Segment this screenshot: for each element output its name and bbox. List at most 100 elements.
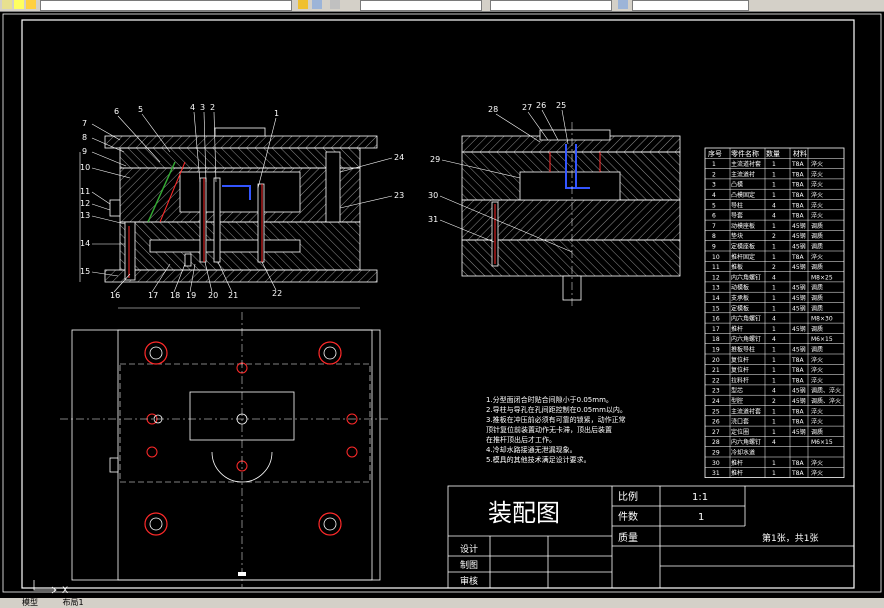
bom-cell: 1 bbox=[772, 408, 776, 415]
bom-cell: 淬火 bbox=[811, 407, 823, 415]
bom-cell: 4 bbox=[772, 213, 776, 220]
bom-cell: T8A bbox=[791, 192, 804, 199]
scale-value: 1:1 bbox=[692, 492, 708, 503]
bom-cell: 1 bbox=[772, 254, 776, 261]
bom-cell: 1 bbox=[772, 192, 776, 199]
bom-cell: 10 bbox=[712, 254, 720, 261]
bom-cell: 18 bbox=[712, 336, 720, 343]
layer-icon[interactable] bbox=[2, 0, 12, 9]
bom-cell: T8A bbox=[791, 161, 804, 168]
bom-cell: 调质、淬火 bbox=[811, 397, 841, 405]
bom-cell: 调质 bbox=[811, 263, 823, 271]
bom-cell: 调质 bbox=[811, 243, 823, 251]
bom-cell: 垫块 bbox=[731, 232, 743, 240]
color-swatch-icon[interactable] bbox=[330, 0, 340, 9]
bom-cell: 淬火 bbox=[811, 356, 823, 364]
bom-cell: 1 bbox=[772, 357, 776, 364]
callout-1: 1 bbox=[274, 109, 279, 118]
bom-cell: 推杆 bbox=[731, 325, 743, 333]
bom-cell: 26 bbox=[712, 419, 720, 426]
bom-cell: 导套 bbox=[731, 212, 743, 220]
bom-cell: M6×15 bbox=[811, 439, 833, 446]
tab-layout1[interactable]: 布局1 bbox=[63, 598, 84, 607]
bom-cell: 2 bbox=[772, 233, 776, 240]
callout-3: 3 bbox=[200, 103, 205, 112]
bom-cell: 淬火 bbox=[811, 170, 823, 178]
bom-cell: 1 bbox=[772, 347, 776, 354]
callout-30: 30 bbox=[428, 191, 438, 200]
callout-10: 10 bbox=[80, 163, 90, 172]
bom-cell: 调质、淬火 bbox=[811, 387, 841, 395]
bom-cell: 内六角螺钉 bbox=[731, 335, 761, 343]
layers-icon[interactable] bbox=[298, 0, 308, 9]
callout-7: 7 bbox=[82, 119, 87, 128]
bom-cell: 推板导柱 bbox=[731, 346, 755, 354]
bom-cell: 1 bbox=[772, 223, 776, 230]
drawing-svg: 7 8 9 10 11 12 13 14 15 6 5 4 3 2 1 24 2… bbox=[2, 13, 882, 596]
note-line: 4.冷却水路接通无泄漏现象。 bbox=[486, 445, 577, 454]
bom-cell: 推杆固定 bbox=[731, 253, 755, 261]
bom-cell: M8×30 bbox=[811, 316, 833, 323]
bom-cell: 1 bbox=[772, 367, 776, 374]
callout-4: 4 bbox=[190, 103, 195, 112]
callout-17: 17 bbox=[148, 291, 158, 300]
callout-6: 6 bbox=[114, 107, 119, 116]
bom-cell: 4 bbox=[772, 202, 776, 209]
bom-cell: 7 bbox=[712, 223, 716, 230]
callout-9: 9 bbox=[82, 147, 87, 156]
bom-cell: 29 bbox=[712, 450, 720, 457]
bom-cell: 淬火 bbox=[811, 253, 823, 261]
bom-cell: 1 bbox=[772, 295, 776, 302]
layer-previous-icon[interactable] bbox=[312, 0, 322, 9]
bom-header: 材料 bbox=[793, 149, 807, 158]
bom-cell: 45钢 bbox=[792, 325, 806, 333]
bom-cell: 45钢 bbox=[792, 284, 806, 292]
count-value: 1 bbox=[698, 512, 704, 523]
drawing-canvas[interactable]: 7 8 9 10 11 12 13 14 15 6 5 4 3 2 1 24 2… bbox=[0, 12, 884, 596]
scale-label: 比例 bbox=[618, 490, 638, 503]
lineweight-combo[interactable] bbox=[632, 0, 749, 11]
bom-cell: 4 bbox=[712, 192, 716, 199]
bom-cell: M6×15 bbox=[811, 336, 833, 343]
bom-cell: 45钢 bbox=[792, 304, 806, 312]
callout-11: 11 bbox=[80, 187, 90, 196]
bom-cell: T8A bbox=[791, 419, 804, 426]
bom-cell: 1 bbox=[772, 161, 776, 168]
sun-icon[interactable] bbox=[26, 0, 36, 9]
linetype-combo[interactable] bbox=[490, 0, 612, 11]
callout-24: 24 bbox=[394, 153, 404, 162]
bom-cell: 1 bbox=[772, 377, 776, 384]
bom-cell: 推板 bbox=[731, 263, 743, 271]
front-section-view bbox=[79, 127, 378, 309]
tab-model[interactable]: 模型 bbox=[22, 598, 38, 607]
callout-16: 16 bbox=[110, 291, 120, 300]
bom-cell: 45钢 bbox=[792, 232, 806, 240]
bom-cell: 1 bbox=[772, 182, 776, 189]
bom-cell: 淬火 bbox=[811, 160, 823, 168]
bom-cell: 定模板 bbox=[731, 304, 749, 312]
bom-cell: 13 bbox=[712, 285, 720, 292]
bom-cell: 45钢 bbox=[792, 263, 806, 271]
lightbulb-icon[interactable] bbox=[14, 0, 24, 9]
bom-cell: 45钢 bbox=[792, 222, 806, 230]
bom-cell: 8 bbox=[712, 233, 716, 240]
note-line: 5.模具的其他技术满足设计要求。 bbox=[486, 455, 591, 464]
side-section-view bbox=[461, 122, 681, 308]
bom-cell: 淬火 bbox=[811, 469, 823, 477]
layer-combo[interactable] bbox=[40, 0, 292, 11]
bom-cell: 推杆 bbox=[731, 459, 743, 467]
callout-22: 22 bbox=[272, 289, 282, 298]
bom-cell: 31 bbox=[712, 470, 720, 477]
bom-cell: 1 bbox=[772, 285, 776, 292]
lineweight-icon[interactable] bbox=[618, 0, 628, 9]
bom-cell: 4 bbox=[772, 439, 776, 446]
bom-cell: 淬火 bbox=[811, 191, 823, 199]
color-combo[interactable] bbox=[360, 0, 482, 11]
callout-28: 28 bbox=[488, 105, 498, 114]
bom-cell: 45钢 bbox=[792, 397, 806, 405]
callout-15: 15 bbox=[80, 267, 90, 276]
mass-label: 质量 bbox=[618, 532, 638, 544]
bom-header: 数量 bbox=[766, 149, 780, 158]
bom-cell: 内六角螺钉 bbox=[731, 315, 761, 323]
bom-cell: 14 bbox=[712, 295, 720, 302]
